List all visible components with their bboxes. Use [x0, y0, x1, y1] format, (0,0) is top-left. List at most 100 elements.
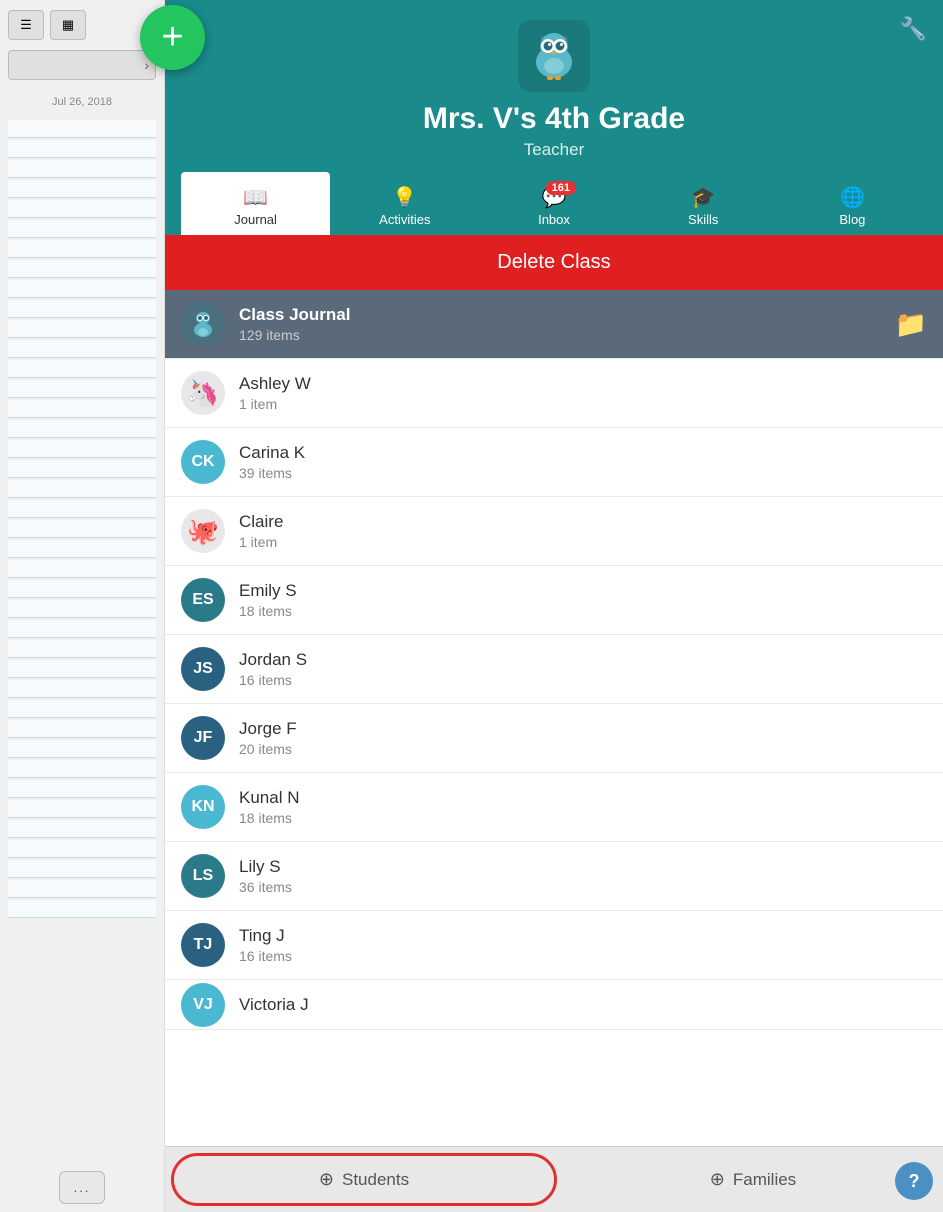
more-options-button[interactable]: ...	[59, 1171, 106, 1204]
note-line	[8, 660, 156, 678]
sidebar: ☰ ▦ › Jul 26, 2018	[0, 0, 165, 1212]
activities-icon: 💡	[392, 185, 417, 210]
avatar-claire: 🐙	[181, 509, 225, 553]
navigation-tabs: 📖 Journal 💡 Activities 161 💬 Inbox 🎓 Ski…	[181, 172, 927, 235]
class-journal-row[interactable]: Class Journal 129 items 📁	[165, 290, 943, 359]
student-items-ting: 16 items	[239, 948, 927, 964]
tab-blog[interactable]: 🌐 Blog	[778, 172, 927, 235]
note-line	[8, 160, 156, 178]
note-line	[8, 440, 156, 458]
inbox-badge: 161	[546, 181, 576, 195]
note-line	[8, 360, 156, 378]
avatar-ting: TJ	[181, 923, 225, 967]
tab-activities-label: Activities	[379, 212, 430, 227]
student-row-victoria[interactable]: VJ Victoria J	[165, 980, 943, 1030]
tab-inbox[interactable]: 161 💬 Inbox	[479, 172, 628, 235]
note-line	[8, 240, 156, 258]
note-line	[8, 620, 156, 638]
students-button[interactable]: ⊕ Students	[171, 1153, 557, 1206]
student-name-ting: Ting J	[239, 926, 927, 946]
student-name-victoria: Victoria J	[239, 995, 927, 1015]
note-line	[8, 180, 156, 198]
student-name-ashley: Ashley W	[239, 374, 927, 394]
student-info-kunal: Kunal N 18 items	[239, 788, 927, 826]
student-name-jordan: Jordan S	[239, 650, 927, 670]
note-line	[8, 300, 156, 318]
add-button[interactable]: +	[140, 5, 205, 70]
student-row-jordan[interactable]: JS Jordan S 16 items	[165, 635, 943, 704]
student-name-kunal: Kunal N	[239, 788, 927, 808]
note-line	[8, 700, 156, 718]
note-line	[8, 640, 156, 658]
student-items-emily: 18 items	[239, 603, 927, 619]
note-line	[8, 380, 156, 398]
hamburger-button[interactable]: ☰	[8, 10, 44, 40]
help-button[interactable]: ?	[895, 1162, 933, 1200]
blog-icon: 🌐	[840, 185, 865, 210]
class-header: 🔧	[165, 0, 943, 235]
avatar-victoria: VJ	[181, 983, 225, 1027]
sidebar-notes	[0, 116, 164, 1163]
student-info-emily: Emily S 18 items	[239, 581, 927, 619]
tab-skills-label: Skills	[688, 212, 718, 227]
class-title: Mrs. V's 4th Grade	[423, 102, 685, 136]
student-info-claire: Claire 1 item	[239, 512, 927, 550]
student-list: Class Journal 129 items 📁 🦄 Ashley W 1 i…	[165, 290, 943, 1146]
class-journal-avatar	[181, 302, 225, 346]
student-items-kunal: 18 items	[239, 810, 927, 826]
student-row-carina[interactable]: CK Carina K 39 items	[165, 428, 943, 497]
expand-button[interactable]: ›	[8, 50, 156, 80]
student-name-emily: Emily S	[239, 581, 927, 601]
student-row-lily[interactable]: LS Lily S 36 items	[165, 842, 943, 911]
note-line	[8, 740, 156, 758]
student-row-jorge[interactable]: JF Jorge F 20 items	[165, 704, 943, 773]
bottom-bar: ⊕ Students ⊕ Families	[165, 1146, 943, 1212]
tab-journal-label: Journal	[234, 212, 277, 227]
student-name-claire: Claire	[239, 512, 927, 532]
student-info-jordan: Jordan S 16 items	[239, 650, 927, 688]
note-line	[8, 760, 156, 778]
note-line	[8, 880, 156, 898]
note-line	[8, 720, 156, 738]
note-line	[8, 520, 156, 538]
tab-journal[interactable]: 📖 Journal	[181, 172, 330, 235]
student-info-lily: Lily S 36 items	[239, 857, 927, 895]
calendar-button[interactable]: ▦	[50, 10, 86, 40]
note-line	[8, 320, 156, 338]
settings-icon[interactable]: 🔧	[900, 16, 927, 42]
student-row-ting[interactable]: TJ Ting J 16 items	[165, 911, 943, 980]
note-line	[8, 340, 156, 358]
student-row-kunal[interactable]: KN Kunal N 18 items	[165, 773, 943, 842]
note-line	[8, 680, 156, 698]
class-journal-items: 129 items	[239, 327, 895, 343]
families-label: Families	[733, 1170, 796, 1190]
student-row-emily[interactable]: ES Emily S 18 items	[165, 566, 943, 635]
student-row-ashley[interactable]: 🦄 Ashley W 1 item	[165, 359, 943, 428]
skills-icon: 🎓	[691, 185, 716, 210]
delete-class-button[interactable]: Delete Class	[165, 235, 943, 290]
avatar-emily: ES	[181, 578, 225, 622]
student-items-claire: 1 item	[239, 534, 927, 550]
note-line	[8, 200, 156, 218]
avatar-ashley: 🦄	[181, 371, 225, 415]
student-row-claire[interactable]: 🐙 Claire 1 item	[165, 497, 943, 566]
note-line	[8, 780, 156, 798]
student-items-carina: 39 items	[239, 465, 927, 481]
journal-icon: 📖	[243, 185, 268, 210]
note-line	[8, 600, 156, 618]
class-journal-name: Class Journal	[239, 305, 895, 325]
note-line	[8, 460, 156, 478]
note-line	[8, 540, 156, 558]
families-plus-icon: ⊕	[710, 1169, 725, 1190]
student-info-jorge: Jorge F 20 items	[239, 719, 927, 757]
note-line	[8, 900, 156, 918]
tab-skills[interactable]: 🎓 Skills	[629, 172, 778, 235]
note-line	[8, 580, 156, 598]
families-button[interactable]: ⊕ Families	[563, 1147, 943, 1212]
tab-blog-label: Blog	[839, 212, 865, 227]
avatar-jordan: JS	[181, 647, 225, 691]
student-info-carina: Carina K 39 items	[239, 443, 927, 481]
student-items-jordan: 16 items	[239, 672, 927, 688]
class-role: Teacher	[524, 140, 584, 160]
tab-activities[interactable]: 💡 Activities	[330, 172, 479, 235]
